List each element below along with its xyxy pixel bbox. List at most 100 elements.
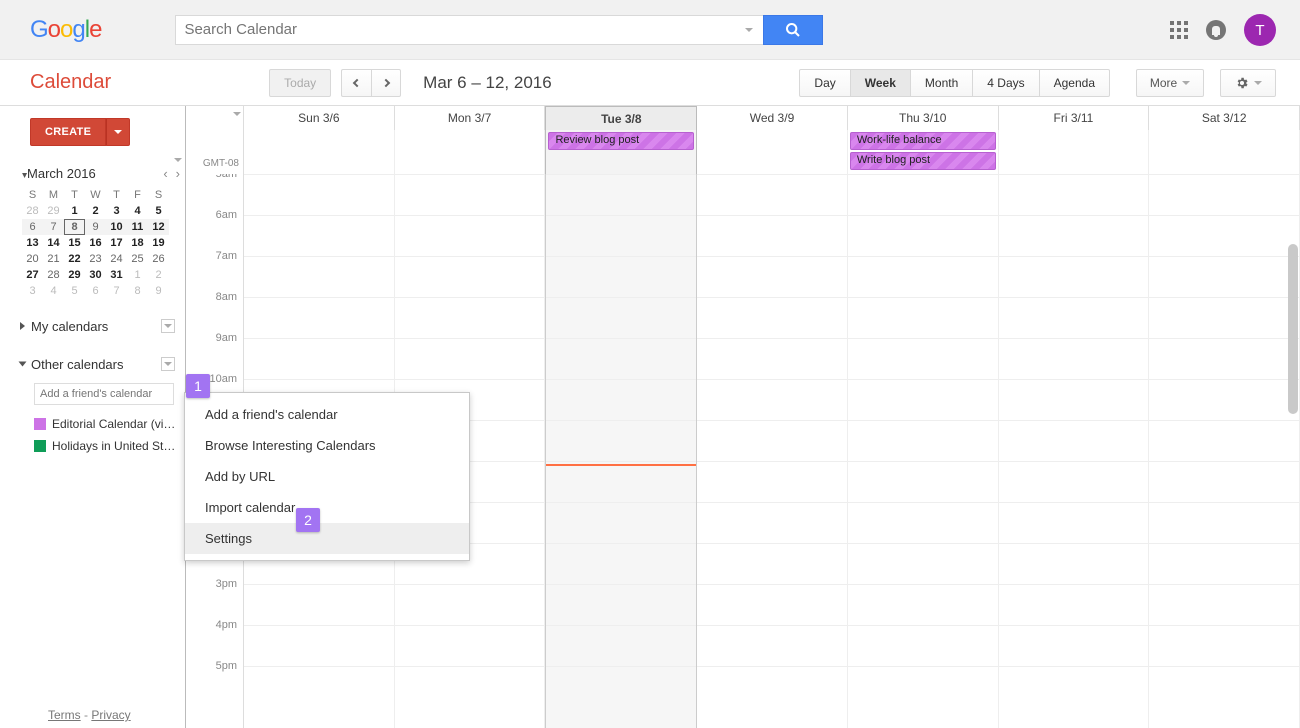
prev-period-button[interactable] [341, 69, 371, 97]
allday-cell[interactable] [1149, 130, 1300, 174]
mini-cal-day[interactable]: 2 [148, 267, 169, 283]
view-day[interactable]: Day [799, 69, 850, 97]
mini-cal-day[interactable]: 18 [127, 235, 148, 251]
mini-cal-day[interactable]: 3 [22, 283, 43, 299]
next-period-button[interactable] [371, 69, 401, 97]
day-column[interactable] [999, 174, 1150, 728]
allday-event[interactable]: Work-life balance [850, 132, 996, 150]
other-calendars-menu[interactable] [161, 357, 175, 371]
mini-cal-day[interactable]: 4 [43, 283, 64, 299]
allday-cell[interactable] [244, 130, 395, 174]
day-header[interactable]: Sat 3/12 [1149, 106, 1300, 130]
mini-cal-day[interactable]: 20 [22, 251, 43, 267]
add-friend-input[interactable] [34, 383, 174, 405]
mini-cal-day[interactable]: 9 [148, 283, 169, 299]
view-week[interactable]: Week [851, 69, 911, 97]
mini-cal-day[interactable]: 1 [127, 267, 148, 283]
mini-cal-day[interactable]: 14 [43, 235, 64, 251]
mini-cal-day[interactable]: 8 [64, 219, 85, 235]
mini-cal-day[interactable]: 3 [106, 203, 127, 219]
search-button[interactable] [763, 15, 823, 45]
mini-cal-day[interactable]: 22 [64, 251, 85, 267]
allday-cell[interactable]: Review blog post [545, 130, 697, 174]
mini-cal-day[interactable]: 12 [148, 219, 169, 235]
mini-cal-day[interactable]: 26 [148, 251, 169, 267]
mini-cal-day[interactable]: 7 [43, 219, 64, 235]
mini-cal-menu[interactable] [174, 158, 182, 162]
day-column[interactable] [697, 174, 848, 728]
search-options-dropdown[interactable] [735, 15, 763, 45]
more-menu-button[interactable]: More [1136, 69, 1204, 97]
mini-cal-day[interactable]: 29 [43, 203, 64, 219]
mini-cal-day[interactable]: 6 [22, 219, 43, 235]
mini-cal-day[interactable]: 7 [106, 283, 127, 299]
mini-cal-day[interactable]: 29 [64, 267, 85, 283]
app-title[interactable]: Calendar [30, 71, 111, 94]
mini-cal-day[interactable]: 11 [127, 219, 148, 235]
menu-item[interactable]: Add a friend's calendar [185, 399, 469, 430]
allday-cell[interactable] [999, 130, 1150, 174]
google-logo[interactable]: Google [30, 16, 101, 44]
settings-menu-button[interactable] [1220, 69, 1276, 97]
mini-cal-day[interactable]: 21 [43, 251, 64, 267]
my-calendars-toggle[interactable]: My calendars [20, 315, 185, 337]
mini-cal-prev[interactable]: ‹ [163, 166, 167, 181]
mini-cal-day[interactable]: 10 [106, 219, 127, 235]
search-input[interactable] [175, 15, 735, 45]
day-header[interactable]: Fri 3/11 [999, 106, 1150, 130]
notifications-icon[interactable] [1206, 20, 1226, 40]
account-avatar[interactable]: T [1244, 14, 1276, 46]
mini-cal-day[interactable]: 28 [43, 267, 64, 283]
view-agenda[interactable]: Agenda [1040, 69, 1110, 97]
mini-cal-next[interactable]: › [176, 166, 180, 181]
day-header[interactable]: Sun 3/6 [244, 106, 395, 130]
mini-cal-day[interactable]: 31 [106, 267, 127, 283]
apps-grid-icon[interactable] [1170, 21, 1188, 39]
privacy-link[interactable]: Privacy [91, 708, 130, 722]
mini-cal-day[interactable]: 16 [85, 235, 106, 251]
mini-cal-day[interactable]: 2 [85, 203, 106, 219]
mini-cal-day[interactable]: 5 [64, 283, 85, 299]
day-header[interactable]: Wed 3/9 [697, 106, 848, 130]
menu-item[interactable]: Browse Interesting Calendars [185, 430, 469, 461]
my-calendars-menu[interactable] [161, 319, 175, 333]
allday-cell[interactable] [395, 130, 546, 174]
menu-item[interactable]: Import calendar [185, 492, 469, 523]
other-calendars-toggle[interactable]: Other calendars [20, 353, 185, 375]
mini-cal-day[interactable]: 25 [127, 251, 148, 267]
menu-item[interactable]: Add by URL [185, 461, 469, 492]
allday-cell[interactable] [697, 130, 848, 174]
calendar-item[interactable]: Editorial Calendar (vi… [20, 413, 185, 435]
scrollbar-track[interactable] [1284, 174, 1300, 728]
mini-cal-day[interactable]: 17 [106, 235, 127, 251]
allday-event[interactable]: Review blog post [548, 132, 694, 150]
mini-cal-day[interactable]: 27 [22, 267, 43, 283]
mini-cal-day[interactable]: 6 [85, 283, 106, 299]
mini-cal-day[interactable]: 15 [64, 235, 85, 251]
day-header[interactable]: Tue 3/8 [545, 106, 697, 130]
scrollbar-thumb[interactable] [1288, 244, 1298, 414]
view-month[interactable]: Month [911, 69, 973, 97]
day-column[interactable] [545, 174, 697, 728]
allday-event[interactable]: Write blog post [850, 152, 996, 170]
day-column[interactable] [1149, 174, 1300, 728]
mini-cal-day[interactable]: 9 [85, 219, 106, 235]
mini-cal-title[interactable]: March 2016 [22, 166, 163, 181]
mini-cal-day[interactable]: 23 [85, 251, 106, 267]
mini-cal-day[interactable]: 30 [85, 267, 106, 283]
day-header[interactable]: Mon 3/7 [395, 106, 546, 130]
mini-cal-day[interactable]: 24 [106, 251, 127, 267]
mini-cal-day[interactable]: 4 [127, 203, 148, 219]
create-dropdown[interactable] [106, 118, 130, 146]
day-column[interactable] [848, 174, 999, 728]
mini-cal-day[interactable]: 5 [148, 203, 169, 219]
day-header[interactable]: Thu 3/10 [848, 106, 999, 130]
mini-cal-day[interactable]: 13 [22, 235, 43, 251]
view-4days[interactable]: 4 Days [973, 69, 1039, 97]
mini-cal-day[interactable]: 1 [64, 203, 85, 219]
create-button[interactable]: CREATE [30, 118, 106, 146]
mini-cal-day[interactable]: 28 [22, 203, 43, 219]
mini-cal-day[interactable]: 19 [148, 235, 169, 251]
menu-item[interactable]: Settings [185, 523, 469, 554]
allday-cell[interactable]: Work-life balance Write blog post [848, 130, 999, 174]
